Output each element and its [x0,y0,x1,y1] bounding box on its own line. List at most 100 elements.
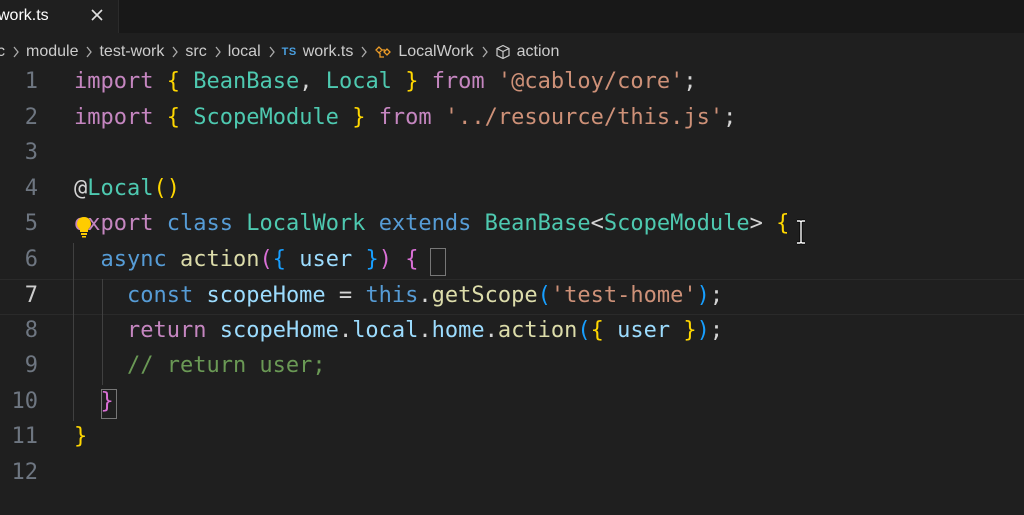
code-token: from [431,69,485,94]
code-line[interactable]: 9 // return user; [0,350,1024,386]
code-text: const scopeHome = this.getScope('test-ho… [74,283,723,308]
breadcrumb-label: action [516,43,560,60]
code-token: > [749,211,763,236]
code-token: { [166,69,180,94]
breadcrumb-item-file[interactable]: TS work.ts [282,43,354,61]
code-token: . [484,317,498,343]
breadcrumb-item-class[interactable]: LocalWork [374,43,474,61]
chevron-right-icon [85,46,93,58]
code-token: action [179,246,260,272]
code-token: extends [378,211,472,236]
code-token: ) [696,317,710,343]
chevron-right-icon [481,46,489,58]
code-token: '@cabloy/core' [497,69,684,94]
line-number: 12 [11,459,39,485]
code-token: } [683,317,697,343]
line-number: 3 [24,140,38,165]
code-line[interactable]: 5 export class LocalWork extends BeanBase… [0,208,1024,244]
chevron-right-icon [171,46,179,58]
code-token: { [590,317,604,343]
code-text: export class LocalWork extends BeanBase<… [74,211,789,236]
line-number: 8 [24,317,38,343]
code-token: ; [709,283,724,308]
chevron-right-icon [214,46,222,58]
code-token: ScopeModule [603,211,750,236]
code-token: } [74,424,88,449]
tab-work-ts[interactable]: work.ts [0,0,119,33]
breadcrumb-label: c [0,43,5,60]
breadcrumb-item-c[interactable]: c [0,43,5,61]
code-token: = [325,283,366,308]
code-token: . [338,317,353,343]
code-line[interactable]: 7 const scopeHome = this.getScope('test-… [0,279,1024,315]
code-token: ) [696,283,710,308]
code-token: } [405,69,419,94]
code-token: this [365,283,419,308]
code-token: // return user; [126,353,326,378]
code-line[interactable]: 3 [0,137,1024,173]
code-line[interactable]: 6 async action({ user }) { [0,244,1024,280]
lightbulb-icon[interactable] [74,214,94,240]
breadcrumb-item-module[interactable]: module [26,43,78,61]
code-token: { [166,104,180,130]
breadcrumb-label: test-work [99,43,165,60]
chevron-right-icon [12,46,20,58]
line-number: 4 [24,175,38,201]
code-text: // return user; [74,353,326,378]
code-token: action [497,317,578,343]
code-line[interactable]: 11} [0,421,1024,457]
close-icon[interactable] [90,4,106,28]
code-line[interactable]: 1 import { BeanBase, Local } from '@cablo… [0,66,1024,102]
code-text: } [74,424,87,449]
breadcrumb-item-method[interactable]: action [495,43,560,61]
code-token: BeanBase [484,211,591,236]
bracket-match-highlight [430,248,446,276]
code-token: scopeHome [206,283,326,308]
code-token: ) [378,246,392,272]
code-token: LocalWork [246,211,366,236]
tab-bar: work.ts [0,0,1024,33]
code-token: return [126,317,207,343]
code-token: user [617,317,671,343]
code-line[interactable]: 10 } [0,386,1024,422]
breadcrumb-item-src[interactable]: src [185,43,206,61]
code-token: () [153,175,180,201]
code-token: } [352,104,366,130]
line-number: 7 [24,283,38,308]
code-line[interactable]: 2 import { ScopeModule } from '../resourc… [0,102,1024,138]
breadcrumb-item-local[interactable]: local [228,43,261,61]
code-line[interactable]: 8 return scopeHome.local.home.action({ u… [0,315,1024,351]
code-token: scopeHome [219,317,339,343]
code-token: user [299,246,353,272]
line-number: 5 [24,211,38,236]
code-token: import [74,69,154,94]
code-token: BeanBase [193,69,300,94]
code-token: . [418,317,432,343]
code-token: from [378,104,432,130]
code-line[interactable]: 12 [0,457,1024,493]
code-editor[interactable]: 12 11} 10 } 9 // return user; 8 return scope… [0,66,1024,515]
class-symbol-icon [374,44,392,60]
code-line[interactable]: 4 @Local() [0,173,1024,209]
breadcrumb-item-test-work[interactable]: test-work [99,43,164,61]
code-token: Local [87,175,154,201]
chevron-right-icon [360,46,368,58]
code-token: '../resource/this.js' [444,104,724,130]
line-number: 6 [24,246,38,272]
code-token: , [299,69,326,94]
